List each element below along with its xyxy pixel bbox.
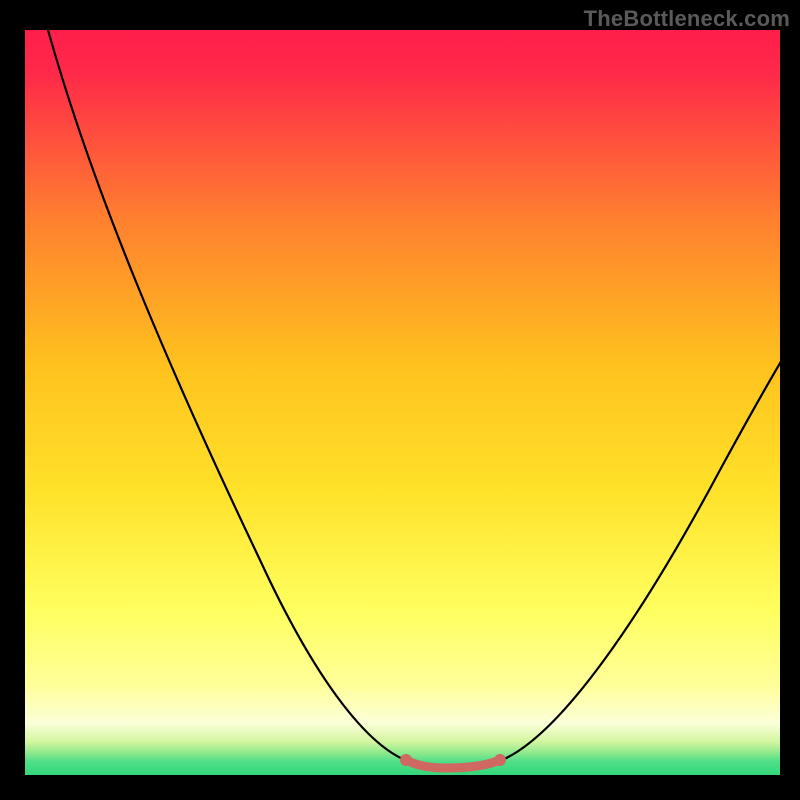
minimum-end-dot	[494, 754, 506, 766]
minimum-start-dot	[400, 754, 412, 766]
plot-background	[25, 30, 780, 775]
watermark-text: TheBottleneck.com	[584, 6, 790, 32]
chart-container: TheBottleneck.com	[0, 0, 800, 800]
chart-svg	[0, 0, 800, 800]
